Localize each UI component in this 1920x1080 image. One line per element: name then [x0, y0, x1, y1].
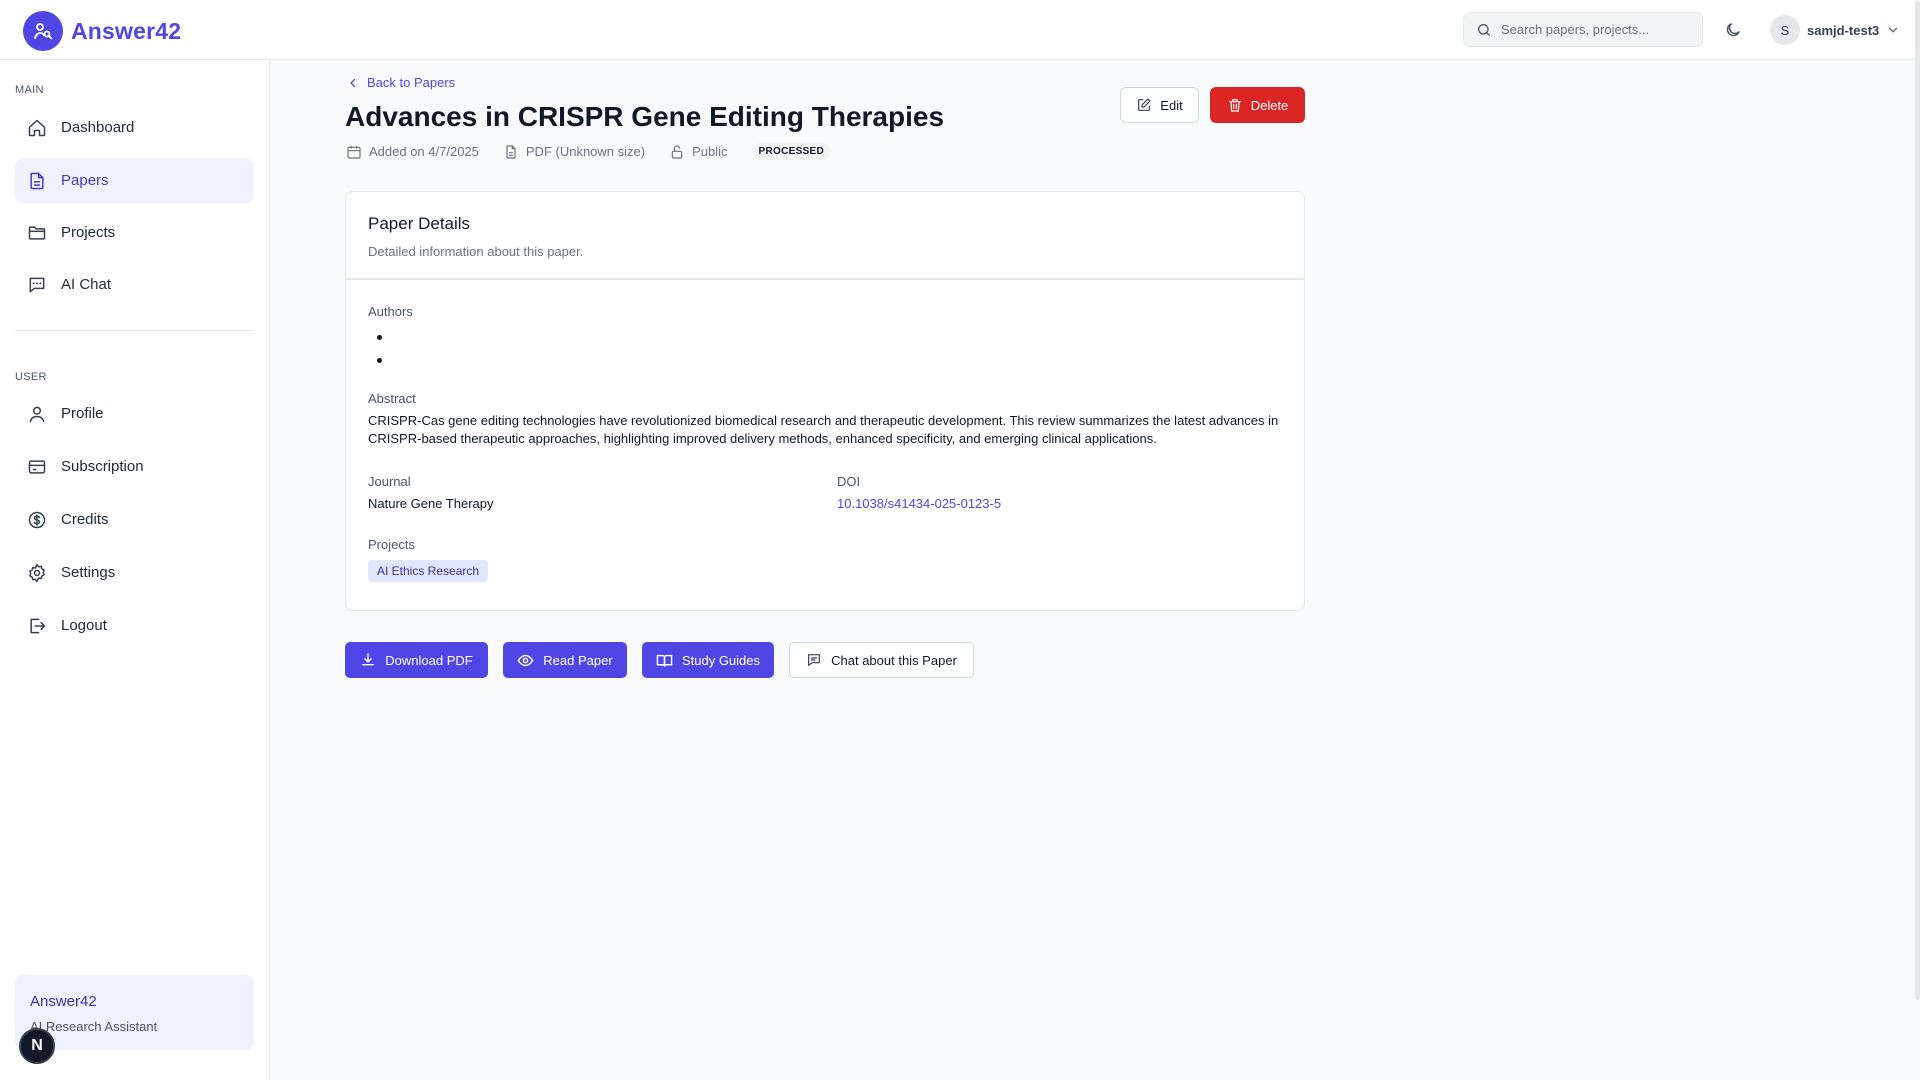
book-icon — [656, 652, 673, 669]
authors-label: Authors — [368, 304, 413, 319]
abstract-text: CRISPR-Cas gene editing technologies hav… — [368, 413, 1279, 446]
sidebar-divider — [15, 330, 254, 331]
user-icon — [27, 404, 47, 424]
visibility: Public — [669, 144, 728, 160]
sidebar-item-settings[interactable]: Settings — [15, 550, 254, 595]
app-logo[interactable]: Answer42 — [23, 11, 181, 51]
journal-value: Nature Gene Therapy — [368, 496, 494, 511]
trash-icon — [1227, 97, 1243, 113]
visibility-text: Public — [692, 144, 728, 159]
sidebar-item-label: Projects — [61, 224, 116, 241]
logo-icon — [23, 11, 63, 51]
promo-subtitle: AI Research Assistant — [30, 1019, 158, 1034]
added-date-text: Added on 4/7/2025 — [369, 144, 479, 159]
download-icon — [360, 652, 376, 668]
projects-label: Projects — [368, 537, 415, 552]
eye-icon — [517, 652, 534, 669]
dev-tools-badge[interactable]: N — [19, 1028, 55, 1064]
chevron-down-icon — [1886, 23, 1900, 37]
sidebar-item-label: Settings — [61, 564, 116, 581]
paper-meta: Added on 4/7/2025 PDF (Unknown size) Pub… — [346, 143, 832, 160]
username: samjd-test3 — [1807, 22, 1880, 38]
sidebar-item-projects[interactable]: Projects — [15, 210, 254, 255]
chat-label: Chat about this Paper — [831, 652, 957, 668]
paper-details-card: Paper Details Detailed information about… — [345, 191, 1305, 611]
card-header: Paper Details Detailed information about… — [346, 192, 1304, 280]
theme-toggle-button[interactable] — [1720, 17, 1746, 43]
search-box[interactable] — [1463, 12, 1703, 47]
app-name: Answer42 — [71, 17, 182, 44]
abstract-label: Abstract — [368, 391, 416, 406]
sidebar-item-label: Subscription — [61, 458, 144, 475]
chat-icon — [806, 652, 822, 668]
sidebar-item-papers[interactable]: Papers — [15, 158, 254, 203]
status-badge: PROCESSED — [751, 143, 832, 160]
sidebar-item-label: Papers — [61, 172, 109, 189]
study-label: Study Guides — [681, 652, 761, 668]
promo-title: Answer42 — [30, 993, 97, 1010]
download-label: Download PDF — [385, 652, 473, 668]
page-title: Advances in CRISPR Gene Editing Therapie… — [345, 101, 945, 132]
sidebar-item-profile[interactable]: Profile — [15, 391, 254, 436]
sidebar-item-logout[interactable]: Logout — [15, 603, 254, 648]
file-info-text: PDF (Unknown size) — [525, 144, 646, 159]
delete-button[interactable]: Delete — [1210, 87, 1305, 123]
read-paper-button[interactable]: Read Paper — [503, 642, 627, 678]
back-to-papers-link[interactable]: Back to Papers — [347, 75, 455, 90]
sidebar: MAIN Dashboard Papers Projects AI Chat U… — [0, 60, 270, 1080]
logout-icon — [27, 616, 47, 636]
file-info: PDF (Unknown size) — [503, 144, 645, 160]
search-icon — [1476, 22, 1492, 38]
file-icon — [503, 144, 519, 160]
added-date: Added on 4/7/2025 — [346, 144, 479, 160]
calendar-icon — [346, 144, 362, 160]
moon-icon — [1724, 21, 1742, 39]
card-subtitle: Detailed information about this paper. — [368, 244, 584, 259]
read-label: Read Paper — [543, 652, 613, 668]
sidebar-section-user: USER — [15, 371, 47, 383]
document-icon — [27, 171, 47, 191]
download-pdf-button[interactable]: Download PDF — [345, 642, 488, 678]
sidebar-item-subscription[interactable]: Subscription — [15, 444, 254, 489]
card-icon — [27, 457, 47, 477]
dollar-icon — [27, 510, 47, 530]
delete-label: Delete — [1250, 97, 1289, 113]
chat-about-paper-button[interactable]: Chat about this Paper — [789, 642, 974, 678]
project-tag[interactable]: AI Ethics Research — [368, 560, 489, 582]
chat-icon — [27, 275, 47, 295]
journal-label: Journal — [368, 474, 411, 489]
avatar: S — [1770, 15, 1800, 45]
sidebar-item-ai-chat[interactable]: AI Chat — [15, 262, 254, 307]
search-input[interactable] — [1501, 22, 1681, 37]
chevron-left-icon — [347, 77, 359, 89]
doi-label: DOI — [837, 474, 861, 489]
sidebar-item-credits[interactable]: Credits — [15, 497, 254, 542]
sidebar-section-main: MAIN — [15, 84, 44, 96]
study-guides-button[interactable]: Study Guides — [642, 642, 774, 678]
sidebar-item-dashboard[interactable]: Dashboard — [15, 105, 254, 150]
scrollbar[interactable] — [1915, 0, 1920, 1000]
home-icon — [27, 118, 47, 138]
edit-icon — [1136, 97, 1152, 113]
card-title: Paper Details — [368, 214, 471, 233]
doi-link[interactable]: 10.1038/s41434-025-0123-5 — [837, 496, 1001, 511]
folder-icon — [27, 223, 47, 243]
sidebar-item-label: Profile — [61, 405, 104, 422]
sidebar-item-label: Dashboard — [61, 119, 135, 136]
lock-icon — [669, 144, 685, 160]
user-menu[interactable]: S samjd-test3 — [1770, 15, 1900, 45]
sidebar-item-label: Credits — [61, 511, 109, 528]
edit-button[interactable]: Edit — [1120, 87, 1199, 123]
gear-icon — [27, 563, 47, 583]
edit-label: Edit — [1160, 97, 1183, 113]
back-link-label: Back to Papers — [367, 75, 456, 90]
sidebar-item-label: Logout — [61, 617, 107, 634]
sidebar-item-label: AI Chat — [61, 276, 112, 293]
top-bar: Answer42 S samjd-test3 — [0, 0, 1920, 60]
